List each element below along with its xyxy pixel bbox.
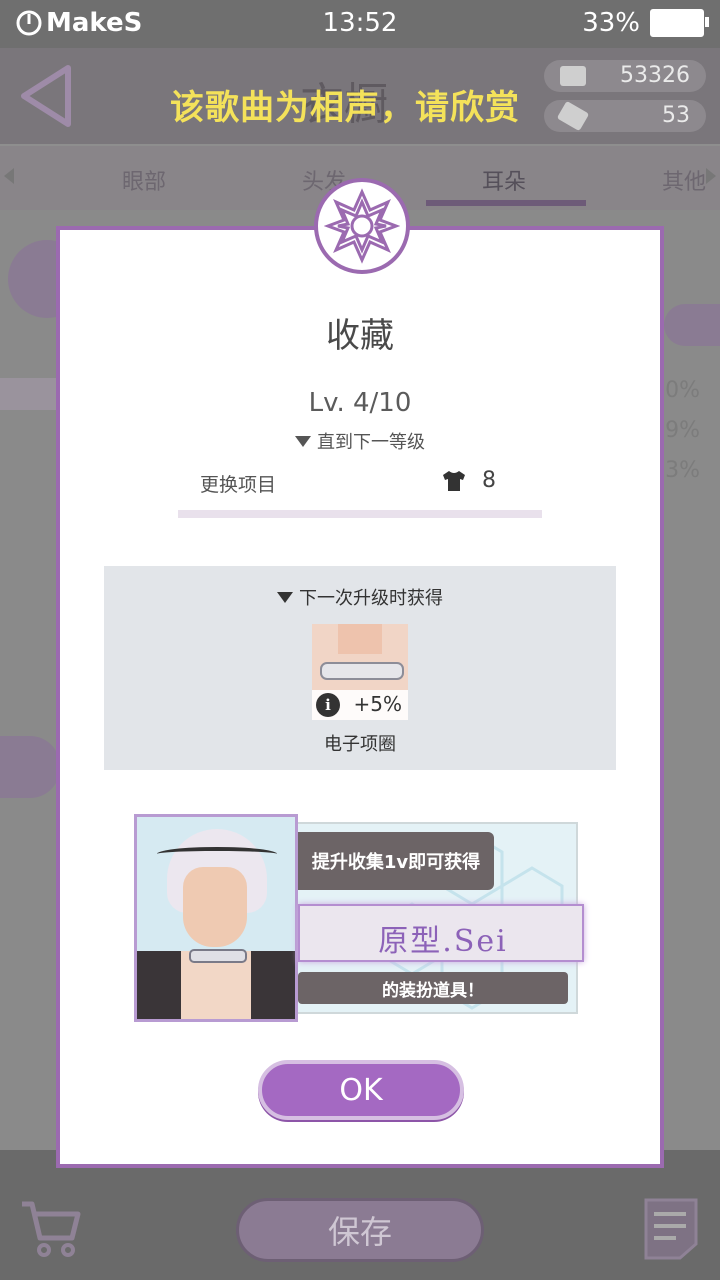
neck-illustration <box>338 624 382 654</box>
character-name: 原型.Sei <box>378 924 508 959</box>
back-arrow-icon[interactable] <box>18 64 78 128</box>
reward-item-name: 电子项圈 <box>324 734 396 755</box>
collar-illustration <box>320 662 404 680</box>
banner-top-text: 提升收集1v即可获得 <box>298 832 494 890</box>
reward-bonus: +5% <box>353 692 403 716</box>
thorn-crown-illustration <box>157 847 277 861</box>
status-bar: MakeS 13:52 33% <box>0 0 720 48</box>
next-level-text: 直到下一等级 <box>317 432 425 453</box>
reward-bonus-bar: i +5% <box>312 690 408 720</box>
cart-icon[interactable] <box>18 1196 82 1260</box>
change-items-label: 更换项目 <box>200 474 277 496</box>
battery: 33% <box>582 8 709 38</box>
tab-ears[interactable]: 耳朵 <box>482 164 526 196</box>
info-icon[interactable]: i <box>316 693 340 717</box>
flower-emblem-icon <box>324 188 400 264</box>
banner-bottom-text: 的装扮道具！ <box>298 972 568 1004</box>
reward-header: 下一次升级时获得 <box>104 584 616 610</box>
jacket-left-illustration <box>137 951 181 1019</box>
triangle-down-icon <box>277 592 293 603</box>
triangle-down-icon <box>295 436 311 447</box>
ticket-counter: 53326 <box>544 60 706 92</box>
outfit-button[interactable] <box>0 736 60 798</box>
ticket-icon <box>560 66 586 86</box>
tag-value: 53 <box>662 103 690 128</box>
song-notice: 该歌曲为相声，请欣赏 <box>170 88 520 128</box>
character-name-box: 原型.Sei <box>298 904 584 962</box>
collection-emblem-icon <box>314 178 410 274</box>
battery-icon <box>650 9 709 37</box>
tab-active-indicator <box>426 200 586 206</box>
ticket-value: 53326 <box>620 63 690 88</box>
jacket-right-illustration <box>251 951 295 1019</box>
notes-icon[interactable] <box>642 1196 700 1262</box>
face-illustration <box>183 867 247 947</box>
tag-icon <box>556 100 590 132</box>
next-reward-panel: 下一次升级时获得 i +5% 电子项圈 <box>104 566 616 770</box>
shirt-icon <box>443 471 465 491</box>
portrait-collar-illustration <box>189 949 247 963</box>
battery-percent: 33% <box>582 8 640 38</box>
tab-right-arrow-icon[interactable] <box>706 168 716 184</box>
ok-button[interactable]: OK <box>258 1060 464 1120</box>
tab-other[interactable]: 其他 <box>662 164 706 196</box>
next-level-label: 直到下一等级 <box>0 428 720 454</box>
collection-level: Lv. 4/10 <box>308 388 412 418</box>
dialog-title: 收藏 <box>326 316 394 356</box>
reward-header-text: 下一次升级时获得 <box>299 588 443 609</box>
tab-eyes[interactable]: 眼部 <box>122 164 166 196</box>
level-progress-bar <box>178 510 542 518</box>
tag-counter: 53 <box>544 100 706 132</box>
reward-item-thumbnail[interactable]: i +5% <box>312 624 408 720</box>
save-button[interactable]: 保存 <box>236 1198 484 1262</box>
tab-left-arrow-icon[interactable] <box>4 168 14 184</box>
character-portrait <box>134 814 298 1022</box>
change-items-count: 8 <box>482 468 496 493</box>
